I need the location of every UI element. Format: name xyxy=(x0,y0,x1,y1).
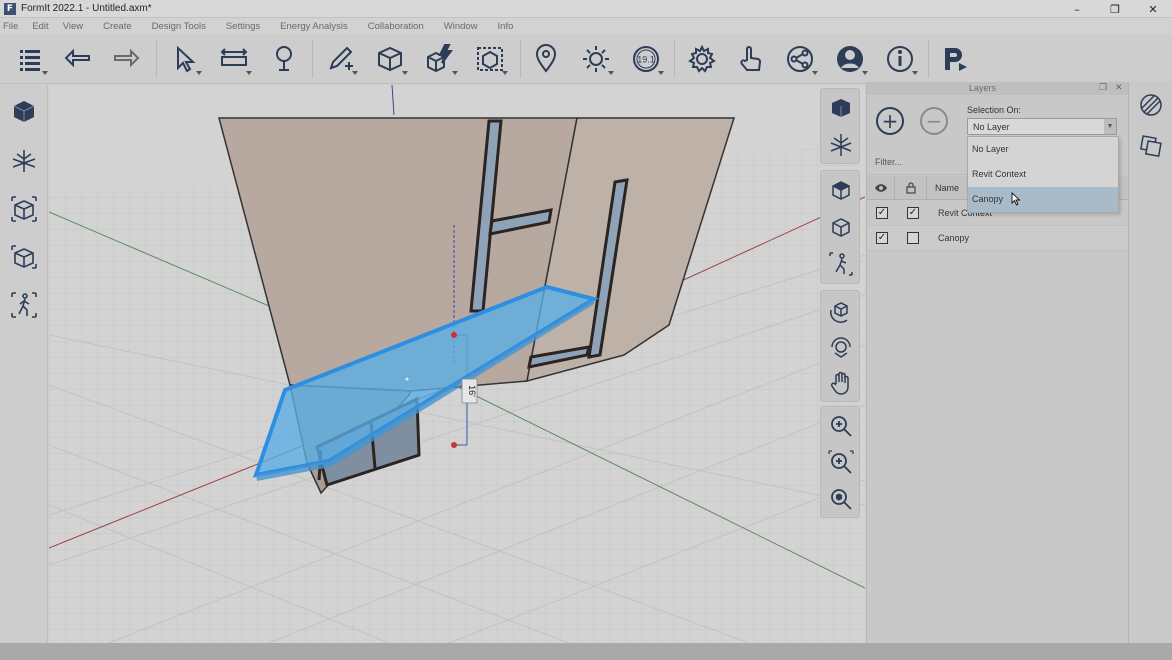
menu-energy-analysis[interactable]: Energy Analysis xyxy=(280,21,348,32)
sections-icon[interactable] xyxy=(825,129,857,161)
formit-app-window: F FormIt 2022.1 - Untitled.axm* – ❐ ✕ Fi… xyxy=(0,0,1172,660)
redo-icon[interactable] xyxy=(106,40,146,78)
view-cube-icon[interactable] xyxy=(6,93,42,129)
zoom-window-icon[interactable] xyxy=(825,447,857,479)
zoom-icon[interactable] xyxy=(825,410,857,442)
menu-window[interactable]: Window xyxy=(444,21,478,32)
dropdown-option-no-layer[interactable]: No Layer xyxy=(968,137,1118,162)
zoom-extents-icon[interactable] xyxy=(825,483,857,515)
quick-tools-icon[interactable] xyxy=(420,40,460,78)
svg-text:19.1: 19.1 xyxy=(637,55,655,65)
version-badge-icon[interactable]: 19.1 xyxy=(626,40,666,78)
layer-name: Canopy xyxy=(938,233,970,243)
info-icon[interactable] xyxy=(880,40,920,78)
panel-float-icon[interactable]: ❐ xyxy=(1099,82,1107,93)
selection-layer-dropdown: No Layer Revit Context Canopy xyxy=(967,136,1119,213)
dimension-icon[interactable] xyxy=(214,40,254,78)
menu-create[interactable]: Create xyxy=(103,21,132,32)
groups-icon[interactable] xyxy=(470,40,510,78)
main-toolbar: 19.1 xyxy=(0,34,1172,84)
menu-collaboration[interactable]: Collaboration xyxy=(368,21,424,32)
primitives-icon[interactable] xyxy=(370,40,410,78)
pan-hand-icon[interactable] xyxy=(825,367,857,399)
maximize-button[interactable]: ❐ xyxy=(1096,0,1134,18)
left-toolbar xyxy=(0,85,48,643)
window-title: FormIt 2022.1 - Untitled.axm* xyxy=(21,3,152,14)
touch-icon[interactable] xyxy=(730,40,770,78)
menu-file[interactable]: File xyxy=(3,21,18,32)
orbit-box-icon[interactable] xyxy=(6,239,42,275)
location-icon[interactable] xyxy=(526,40,566,78)
far-right-toolbar xyxy=(1128,82,1172,643)
add-layer-button[interactable]: + xyxy=(876,107,904,135)
materials-icon[interactable] xyxy=(1136,90,1166,120)
layer-filter-input[interactable]: Filter... xyxy=(867,149,967,175)
visibility-column-icon[interactable] xyxy=(867,176,895,200)
select-icon[interactable] xyxy=(164,40,204,78)
layer-visible-checkbox[interactable]: ✓ xyxy=(876,232,888,244)
iso-view-icon[interactable] xyxy=(825,211,857,243)
menu-settings[interactable]: Settings xyxy=(226,21,260,32)
menu-info[interactable]: Info xyxy=(498,21,514,32)
undo-icon[interactable] xyxy=(58,40,98,78)
lock-column-icon[interactable] xyxy=(895,176,927,200)
dimension-label: 16' xyxy=(467,385,477,397)
pan-orbit-icon[interactable] xyxy=(825,331,857,363)
panel-close-icon[interactable]: ✕ xyxy=(1115,82,1123,93)
revit-plugin-icon[interactable] xyxy=(934,40,974,78)
status-bar xyxy=(0,643,1172,660)
app-logo-icon: F xyxy=(4,2,16,15)
layer-row[interactable]: ✓ Canopy xyxy=(867,226,1129,251)
layers-panel-title: Layers xyxy=(969,83,997,93)
close-button[interactable]: ✕ xyxy=(1134,0,1172,18)
selection-on-label: Selection On: xyxy=(967,105,1022,115)
name-column-header[interactable]: Name xyxy=(927,176,967,200)
tape-measure-icon[interactable] xyxy=(264,40,304,78)
selection-layer-select[interactable]: No Layer ▼ xyxy=(967,118,1117,135)
title-bar: F FormIt 2022.1 - Untitled.axm* – ❐ ✕ xyxy=(0,0,1172,18)
remove-layer-button[interactable]: − xyxy=(920,107,948,135)
share-icon[interactable] xyxy=(780,40,820,78)
menu-edit[interactable]: Edit xyxy=(32,21,48,32)
orbit-icon[interactable] xyxy=(825,294,857,326)
settings-icon[interactable] xyxy=(682,40,722,78)
layer-lock-checkbox[interactable] xyxy=(907,232,919,244)
chevron-down-icon[interactable]: ▼ xyxy=(1104,119,1116,134)
layer-lock-checkbox[interactable]: ✓ xyxy=(907,207,919,219)
perspective-box-icon[interactable] xyxy=(6,191,42,227)
layers-panel: Layers ❐ ✕ + − Selection On: No Layer ▼ … xyxy=(866,82,1129,643)
mouse-cursor-icon xyxy=(1011,192,1021,206)
3d-scene: 16' xyxy=(49,85,865,643)
selection-layer-value: No Layer xyxy=(973,122,1010,132)
account-icon[interactable] xyxy=(830,40,870,78)
blue-axis xyxy=(391,85,395,116)
dropdown-option-canopy[interactable]: Canopy xyxy=(968,187,1118,212)
layers-stack-icon[interactable] xyxy=(1136,131,1166,161)
layer-visible-checkbox[interactable]: ✓ xyxy=(876,207,888,219)
dropdown-option-revit-context[interactable]: Revit Context xyxy=(968,162,1118,187)
axes-view-icon[interactable] xyxy=(6,143,42,179)
menu-design-tools[interactable]: Design Tools xyxy=(152,21,206,32)
sun-icon[interactable] xyxy=(576,40,616,78)
home-view-icon[interactable] xyxy=(825,92,857,124)
sketch-icon[interactable] xyxy=(320,40,360,78)
walk-icon[interactable] xyxy=(6,287,42,323)
main-menu-icon[interactable] xyxy=(10,40,50,78)
3d-viewport[interactable]: 16' xyxy=(49,85,865,643)
window-controls: – ❐ ✕ xyxy=(1058,0,1172,18)
minimize-button[interactable]: – xyxy=(1058,0,1096,18)
menu-view[interactable]: View xyxy=(63,21,83,32)
front-view-icon[interactable] xyxy=(825,174,857,206)
walk-view-icon[interactable] xyxy=(825,248,857,280)
menu-bar: File Edit View Create Design Tools Setti… xyxy=(0,18,1172,34)
layers-panel-header: Layers ❐ ✕ xyxy=(867,82,1129,95)
